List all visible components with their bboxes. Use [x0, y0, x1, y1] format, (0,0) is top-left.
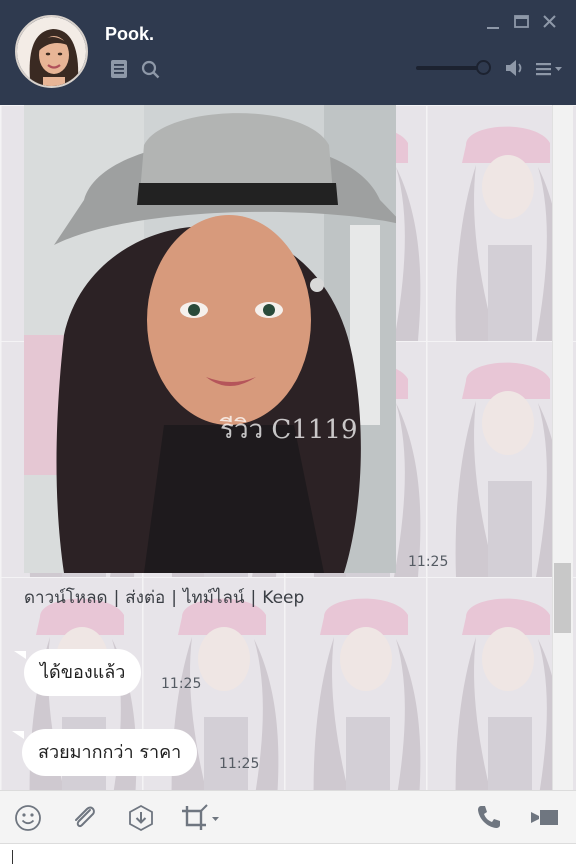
message-timestamp: 11:25: [161, 676, 202, 692]
chat-scrollbar[interactable]: [552, 105, 573, 790]
volume-slider-handle[interactable]: [476, 60, 491, 75]
close-icon[interactable]: [542, 14, 557, 33]
chat-title: Pook.: [105, 24, 155, 44]
message-bubble[interactable]: สวยมากกว่า ราคา: [22, 729, 198, 776]
forward-link[interactable]: ส่งต่อ: [125, 588, 165, 608]
save-icon[interactable]: [127, 804, 155, 836]
text-caret: [12, 850, 13, 864]
download-link[interactable]: ดาวน์โหลด: [24, 588, 108, 608]
keep-link[interactable]: Keep: [262, 588, 304, 608]
photo-timestamp: 11:25: [408, 554, 449, 570]
search-icon[interactable]: [141, 60, 160, 83]
bubble-tail: [14, 651, 26, 659]
minimize-icon[interactable]: [486, 14, 500, 34]
scrollbar-thumb[interactable]: [554, 563, 571, 633]
shared-photo[interactable]: รีวิว C1119: [24, 105, 396, 573]
separator: |: [113, 588, 120, 608]
separator: |: [250, 588, 257, 608]
video-call-icon[interactable]: [530, 804, 560, 834]
message-toolbar: [0, 790, 576, 844]
maximize-icon[interactable]: [514, 14, 529, 33]
message-timestamp: 11:25: [219, 756, 260, 772]
attach-icon[interactable]: [70, 804, 98, 836]
photo-actions: ดาวน์โหลด | ส่งต่อ | ไทม์ไลน์ | Keep: [24, 584, 304, 611]
emoji-icon[interactable]: [14, 804, 42, 836]
timeline-link[interactable]: ไทม์ไลน์: [183, 588, 245, 608]
message-bubble[interactable]: ได้ของแล้ว: [24, 649, 142, 696]
chat-area[interactable]: รีวิว C1119 11:25 ดาวน์โหลด | ส่งต่อ | ไทม์ไ…: [0, 105, 576, 790]
call-icon[interactable]: [476, 804, 502, 834]
chat-header: Pook.: [0, 0, 576, 105]
notes-icon[interactable]: [110, 59, 128, 83]
menu-icon[interactable]: [536, 61, 564, 80]
volume-icon[interactable]: [505, 59, 525, 81]
avatar[interactable]: [15, 15, 88, 88]
bubble-tail: [12, 731, 24, 739]
message-input[interactable]: [0, 844, 576, 865]
separator: |: [171, 588, 177, 608]
photo-watermark: รีวิว C1119: [219, 415, 358, 445]
crop-icon[interactable]: [180, 804, 222, 836]
